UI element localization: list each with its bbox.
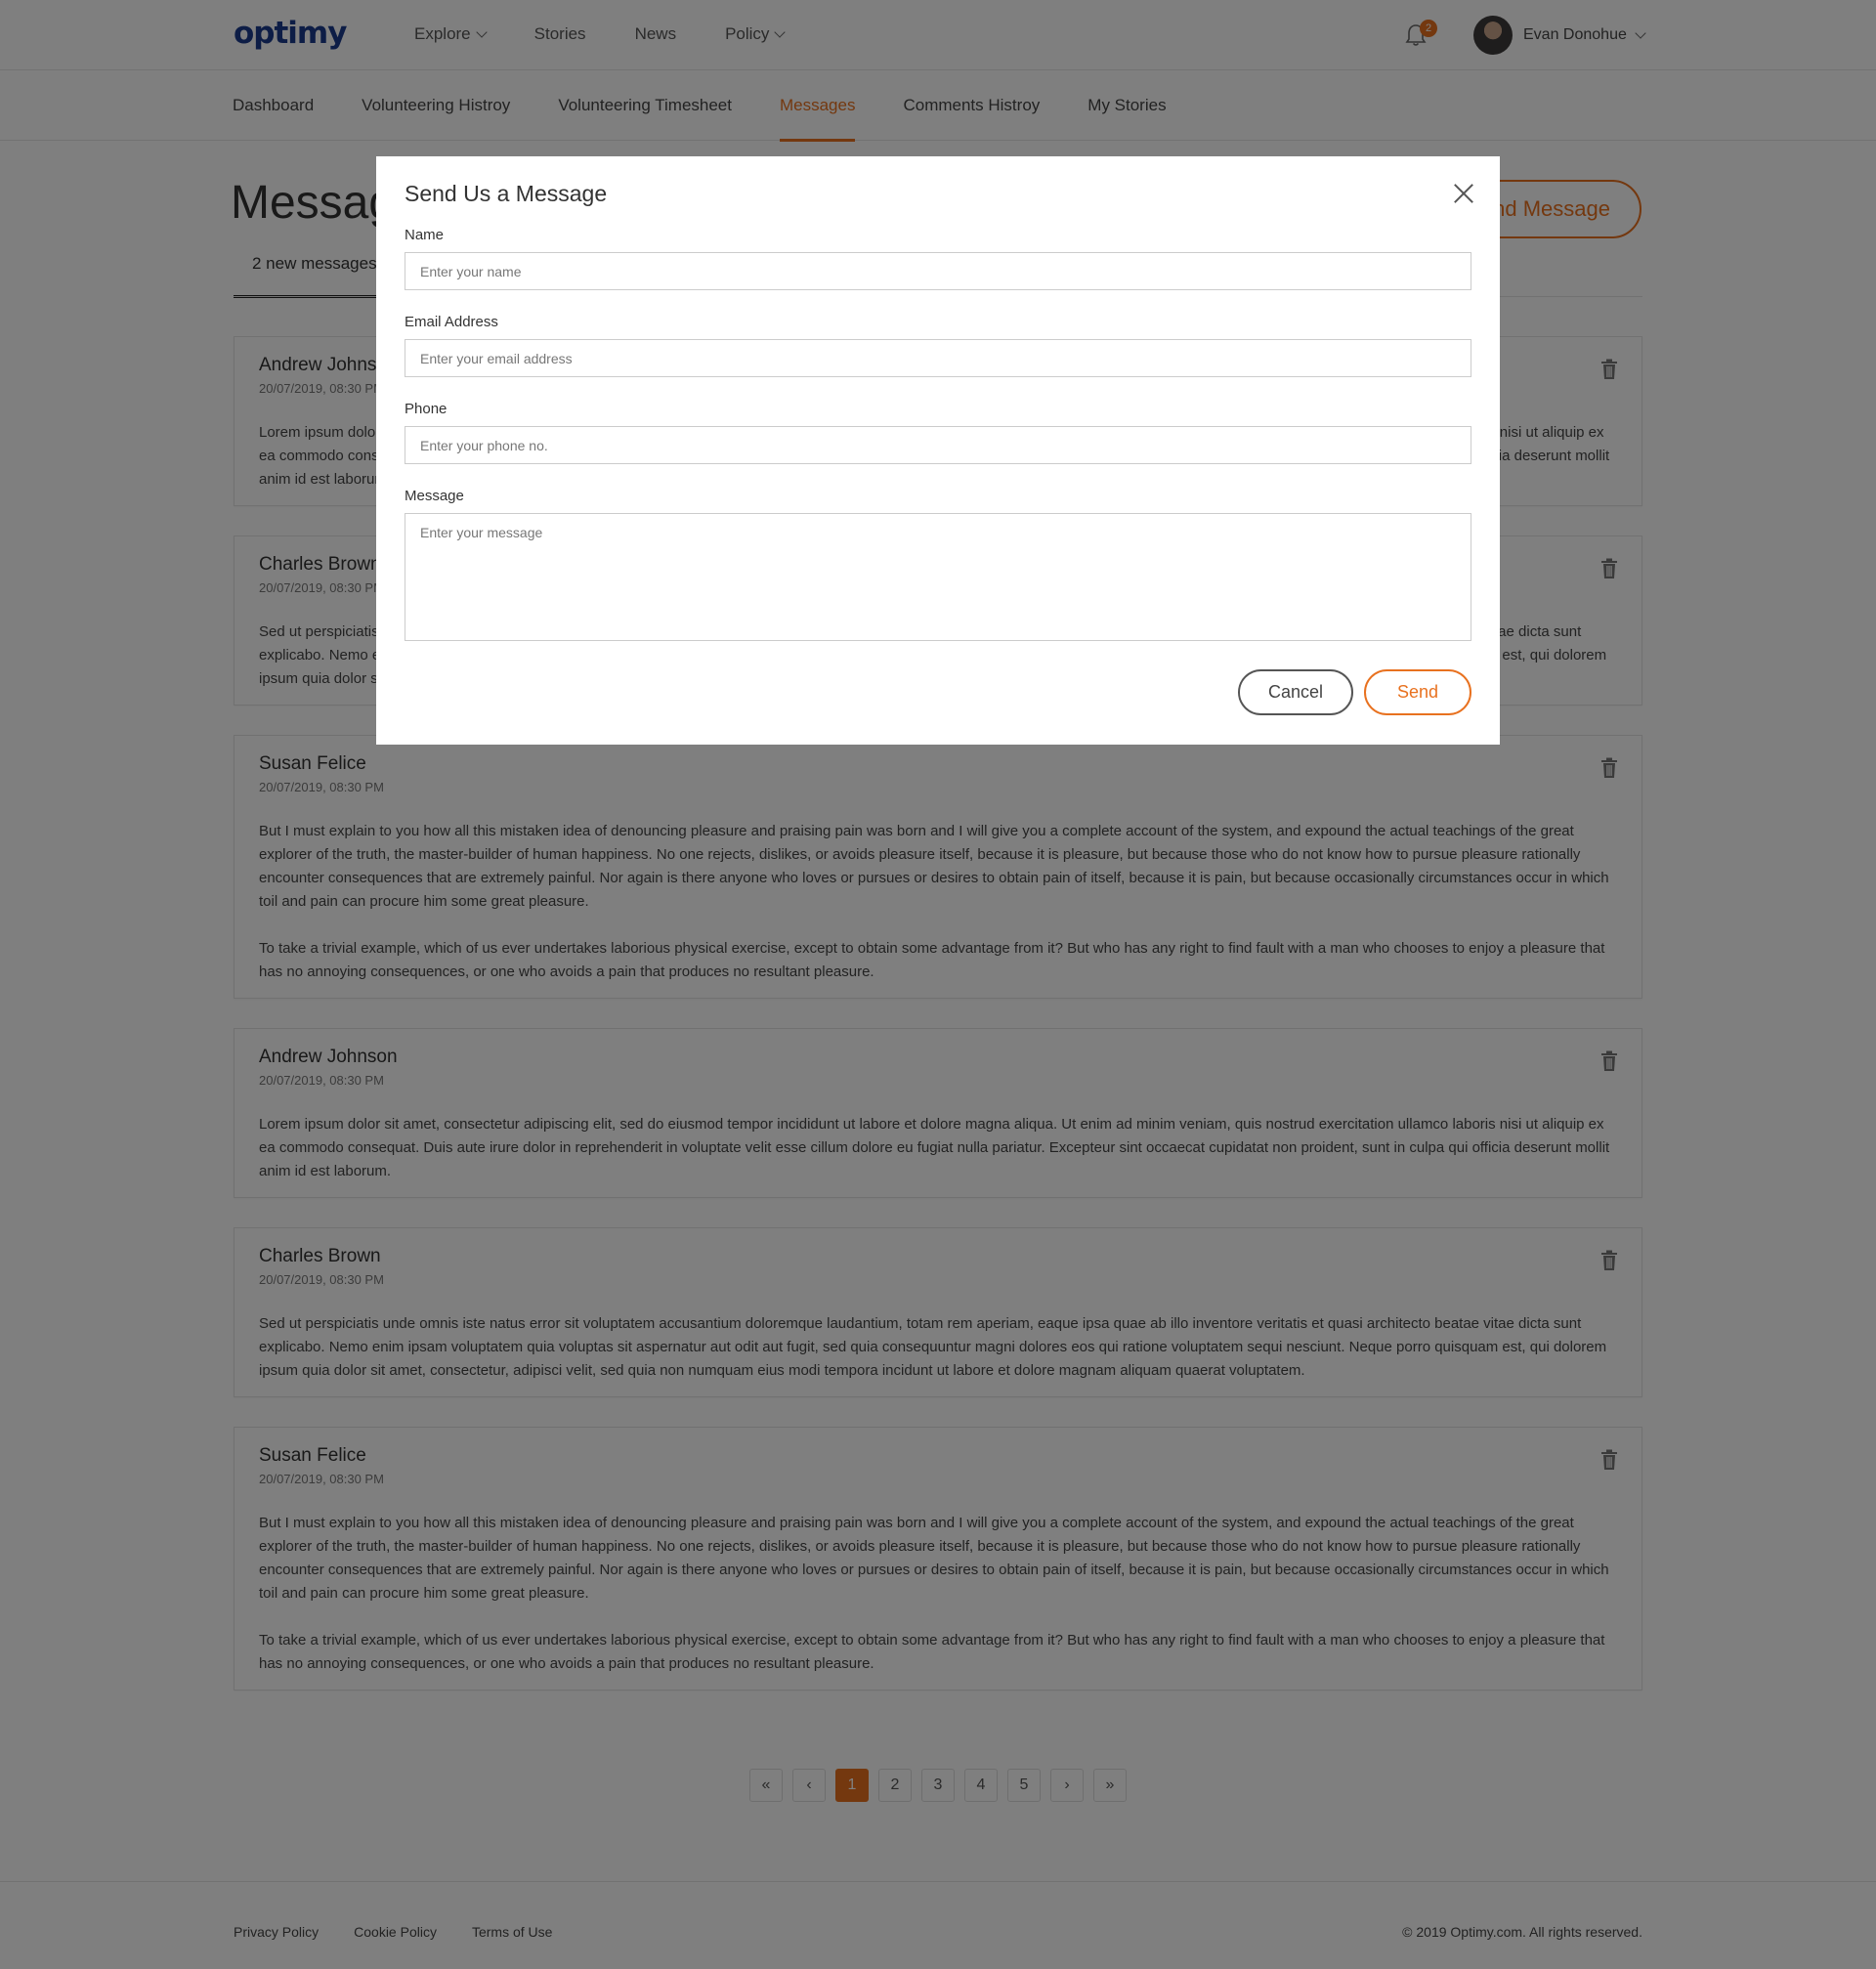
cancel-button[interactable]: Cancel: [1238, 669, 1353, 715]
email-label: Email Address: [405, 314, 498, 330]
name-label: Name: [405, 227, 445, 243]
message-field[interactable]: [405, 513, 1471, 641]
email-field[interactable]: [405, 339, 1471, 377]
modal-title: Send Us a Message: [405, 181, 608, 206]
send-button[interactable]: Send: [1364, 669, 1471, 715]
message-label: Message: [405, 488, 464, 504]
close-icon[interactable]: [1453, 183, 1474, 204]
name-field[interactable]: [405, 252, 1471, 290]
phone-field[interactable]: [405, 426, 1471, 464]
send-message-modal: Send Us a Message Name Email Address Pho…: [376, 156, 1500, 745]
phone-label: Phone: [405, 401, 448, 417]
